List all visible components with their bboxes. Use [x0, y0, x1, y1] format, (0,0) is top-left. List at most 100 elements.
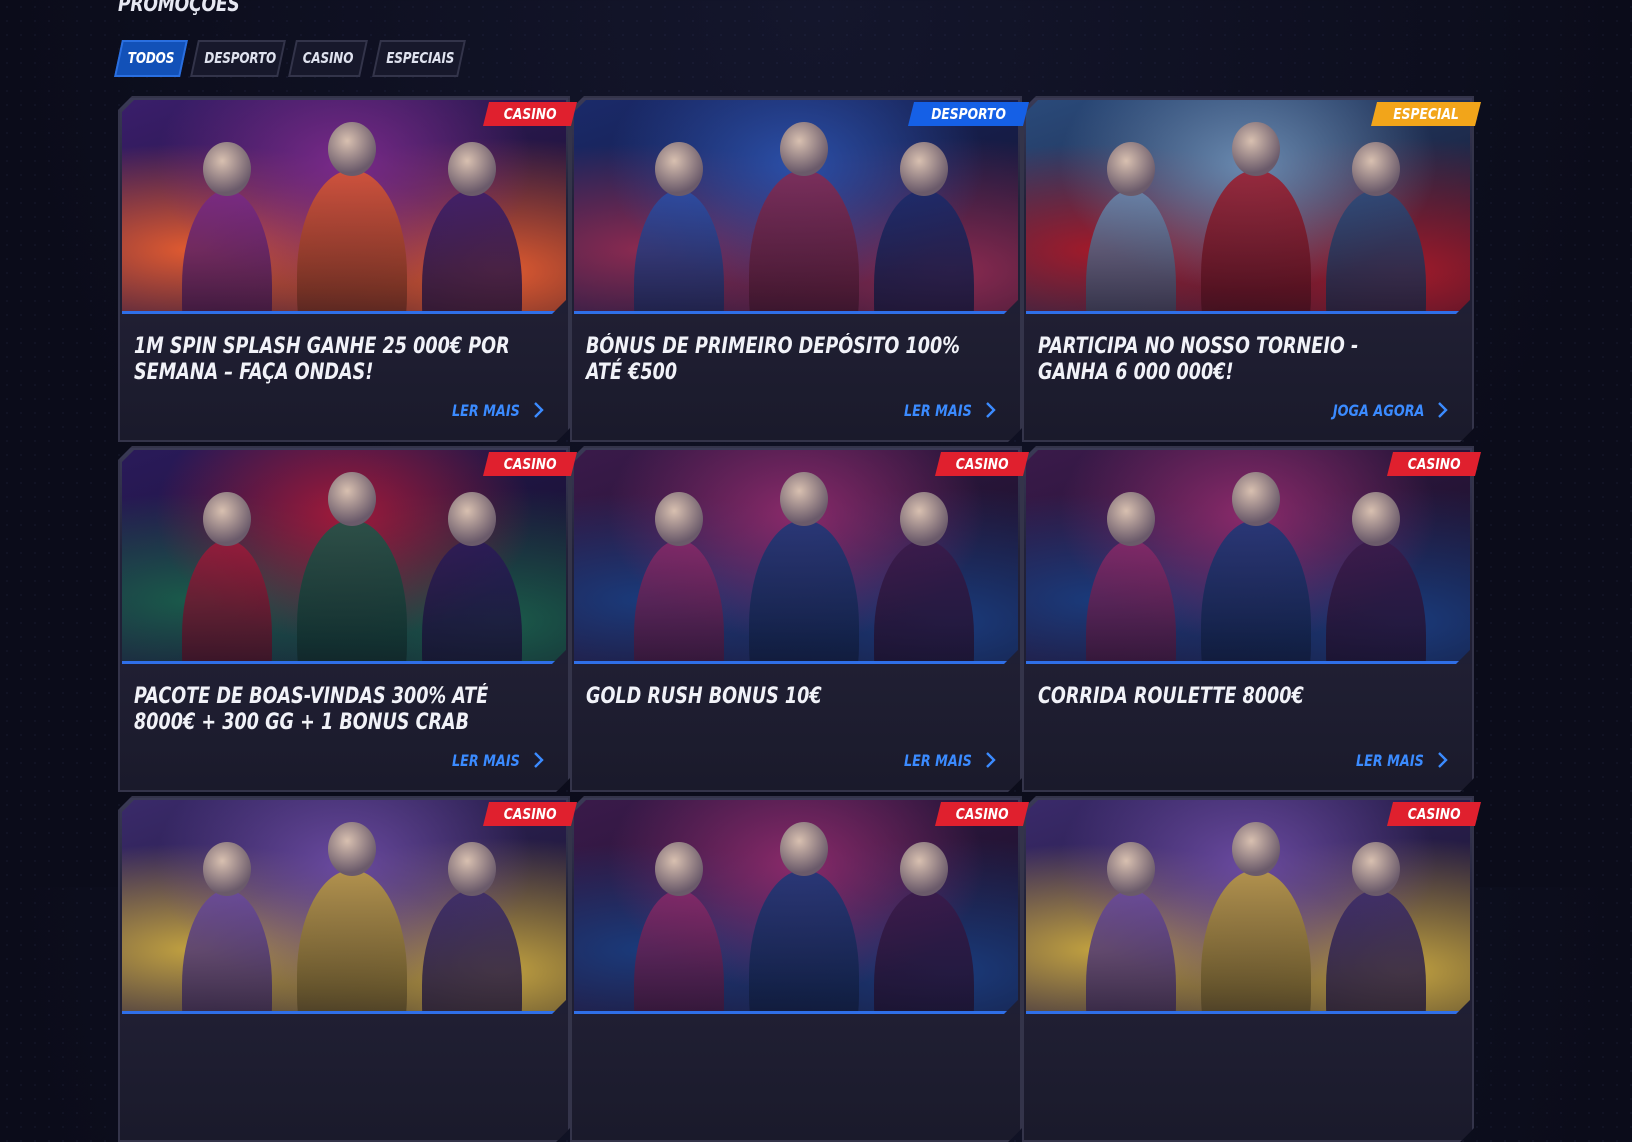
chevron-right-icon	[982, 752, 998, 768]
read-more-label: LER MAIS	[1356, 750, 1424, 770]
category-badge-label: CASINO	[503, 805, 557, 823]
illustration-figure	[422, 540, 522, 664]
illustration-head	[780, 122, 828, 176]
promo-title: 1M SPIN SPLASH GANHE 25 000€ POR SEMANA …	[134, 334, 510, 385]
chevron-right-icon	[530, 752, 546, 768]
promo-image[interactable]	[122, 800, 566, 1014]
promo-card[interactable]: PACOTE DE BOAS-VINDAS 300% ATÉ 8000€ + 3…	[118, 446, 570, 792]
promo-image[interactable]	[574, 800, 1018, 1014]
illustration-head	[1107, 492, 1155, 546]
promo-card[interactable]	[570, 796, 1022, 1142]
illustration-figure	[874, 190, 974, 314]
category-badge: CASINO	[482, 102, 577, 126]
read-more-link[interactable]: LER MAIS	[1339, 748, 1450, 772]
read-more-link[interactable]: LER MAIS	[887, 398, 998, 422]
illustration-figure	[182, 190, 272, 314]
read-more-label: LER MAIS	[904, 750, 972, 770]
card-body	[120, 1014, 568, 1140]
category-badge: CASINO	[934, 802, 1029, 826]
illustration-figure	[1201, 870, 1311, 1014]
illustration-head	[780, 822, 828, 876]
read-more-link[interactable]: LER MAIS	[887, 748, 998, 772]
category-badge-label: CASINO	[955, 805, 1009, 823]
illustration-figure	[1326, 540, 1426, 664]
illustration-figure	[182, 540, 272, 664]
promo-title: PARTICIPA NO NOSSO TORNEIO - GANHA 6 000…	[1038, 334, 1359, 385]
read-more-label: LER MAIS	[904, 400, 972, 420]
promo-card[interactable]: CORRIDA ROULETTE 8000€ LER MAIS	[1022, 446, 1474, 792]
promo-image[interactable]	[1026, 100, 1470, 314]
illustration-figure	[634, 190, 724, 314]
illustration-head	[780, 472, 828, 526]
promo-image[interactable]	[1026, 450, 1470, 664]
promo-card[interactable]	[118, 796, 570, 1142]
chevron-right-icon	[1434, 402, 1450, 418]
category-badge: CASINO	[934, 452, 1029, 476]
illustration-figure	[297, 520, 407, 664]
category-badge-label: CASINO	[503, 105, 557, 123]
chevron-right-icon	[982, 402, 998, 418]
illustration-figure	[1086, 540, 1176, 664]
category-badge-label: CASINO	[1407, 455, 1461, 473]
illustration-head	[448, 842, 496, 896]
illustration-figure	[749, 170, 859, 314]
category-badge-label: ESPECIAL	[1393, 105, 1459, 123]
category-badge: CASINO	[482, 452, 577, 476]
card-body	[1024, 1014, 1472, 1140]
card-body	[572, 1014, 1020, 1140]
illustration-head	[655, 142, 703, 196]
tab-casino[interactable]: CASINO	[288, 40, 368, 77]
illustration-figure	[422, 190, 522, 314]
read-more-label: LER MAIS	[452, 400, 520, 420]
page-title: PROMOÇÕES	[118, 0, 240, 16]
illustration-head	[203, 842, 251, 896]
promo-card[interactable]	[1022, 796, 1474, 1142]
promo-image[interactable]	[122, 450, 566, 664]
illustration-head	[900, 492, 948, 546]
read-more-link[interactable]: JOGA AGORA	[1310, 398, 1450, 422]
category-badge: ESPECIAL	[1370, 102, 1481, 126]
illustration-figure	[634, 540, 724, 664]
read-more-label: LER MAIS	[452, 750, 520, 770]
promo-image[interactable]	[122, 100, 566, 314]
promo-card[interactable]: 1M SPIN SPLASH GANHE 25 000€ POR SEMANA …	[118, 96, 570, 442]
illustration-figure	[1326, 190, 1426, 314]
illustration-head	[1232, 122, 1280, 176]
category-badge-label: CASINO	[1407, 805, 1461, 823]
category-badge: CASINO	[1386, 802, 1481, 826]
illustration-head	[1352, 142, 1400, 196]
illustration-head	[328, 122, 376, 176]
promo-image[interactable]	[1026, 800, 1470, 1014]
read-more-link[interactable]: LER MAIS	[435, 748, 546, 772]
promo-card[interactable]: BÓNUS DE PRIMEIRO DEPÓSITO 100% ATÉ €500…	[570, 96, 1022, 442]
illustration-figure	[874, 540, 974, 664]
tab-desporto[interactable]: DESPORTO	[190, 40, 286, 77]
promo-card[interactable]: PARTICIPA NO NOSSO TORNEIO - GANHA 6 000…	[1022, 96, 1474, 442]
illustration-figure	[182, 890, 272, 1014]
promo-title: BÓNUS DE PRIMEIRO DEPÓSITO 100% ATÉ €500	[586, 334, 960, 385]
category-badge-label: CASINO	[503, 455, 557, 473]
read-more-label: JOGA AGORA	[1332, 400, 1424, 420]
illustration-head	[1352, 842, 1400, 896]
promo-title: GOLD RUSH BONUS 10€	[586, 684, 822, 709]
illustration-figure	[634, 890, 724, 1014]
read-more-link[interactable]: LER MAIS	[435, 398, 546, 422]
illustration-head	[900, 842, 948, 896]
illustration-figure	[297, 170, 407, 314]
tab-especiais[interactable]: ESPECIAIS	[372, 40, 466, 77]
category-badge-label: CASINO	[955, 455, 1009, 473]
tab-todos[interactable]: TODOS	[114, 40, 188, 77]
category-badge-label: DESPORTO	[931, 105, 1006, 123]
illustration-figure	[1201, 520, 1311, 664]
illustration-figure	[1201, 170, 1311, 314]
illustration-figure	[297, 870, 407, 1014]
illustration-head	[655, 842, 703, 896]
illustration-head	[448, 492, 496, 546]
category-badge: CASINO	[482, 802, 577, 826]
chevron-right-icon	[530, 402, 546, 418]
promo-image[interactable]	[574, 450, 1018, 664]
illustration-figure	[1086, 190, 1176, 314]
illustration-head	[328, 472, 376, 526]
promo-card[interactable]: GOLD RUSH BONUS 10€ LER MAIS	[570, 446, 1022, 792]
promo-image[interactable]	[574, 100, 1018, 314]
